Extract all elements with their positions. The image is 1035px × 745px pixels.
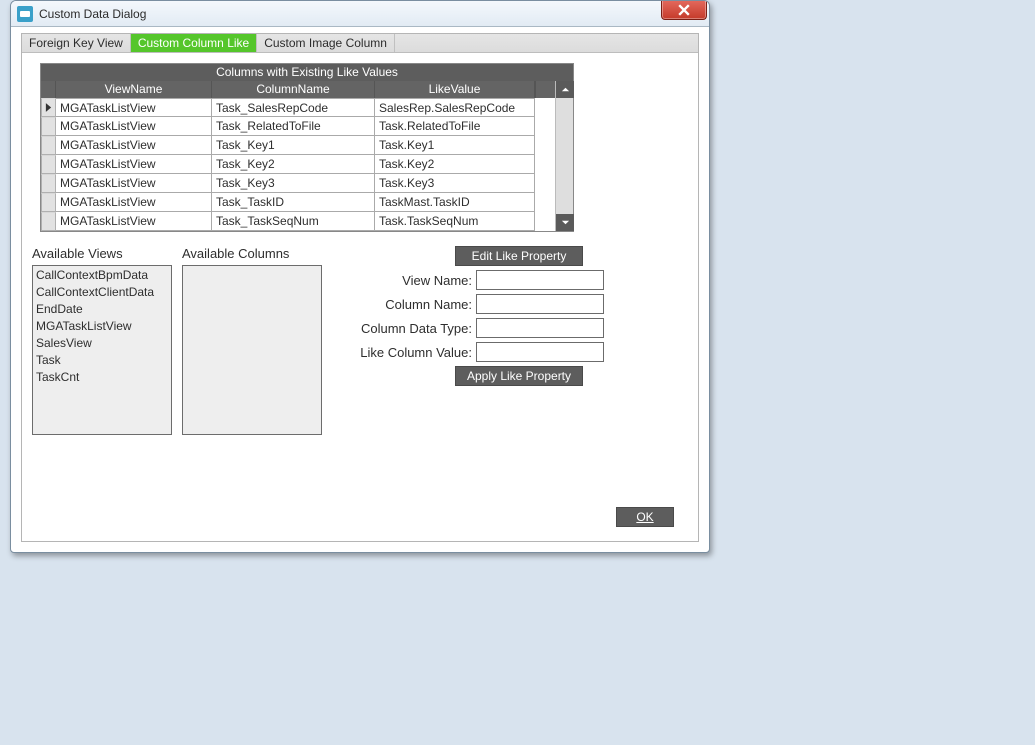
tab-custom-image-column[interactable]: Custom Image Column: [257, 34, 395, 52]
row-selector[interactable]: [41, 193, 56, 212]
cell-columnname[interactable]: Task_Key3: [212, 174, 375, 193]
available-columns-listbox[interactable]: [182, 265, 322, 435]
tab-custom-column-like[interactable]: Custom Column Like: [131, 34, 257, 52]
header-columnname[interactable]: ColumnName: [212, 81, 375, 98]
available-columns-label: Available Columns: [182, 246, 332, 261]
cell-likevalue[interactable]: SalesRep.SalesRepCode: [375, 98, 535, 117]
list-item[interactable]: EndDate: [35, 301, 169, 318]
tab-bar: Foreign Key View Custom Column Like Cust…: [22, 34, 698, 53]
window-title: Custom Data Dialog: [39, 7, 146, 21]
app-icon: [17, 6, 33, 22]
chevron-up-icon: [561, 85, 570, 94]
cell-columnname[interactable]: Task_TaskSeqNum: [212, 212, 375, 231]
row-selector[interactable]: [41, 98, 56, 117]
table-row[interactable]: MGATaskListViewTask_SalesRepCodeSalesRep…: [41, 98, 573, 117]
scroll-up-button[interactable]: [556, 81, 574, 98]
cell-columnname[interactable]: Task_Key1: [212, 136, 375, 155]
row-selector[interactable]: [41, 117, 56, 136]
like-column-value-label: Like Column Value:: [360, 345, 472, 360]
edit-like-property-button[interactable]: Edit Like Property: [455, 246, 583, 266]
cell-likevalue[interactable]: Task.Key1: [375, 136, 535, 155]
cell-viewname[interactable]: MGATaskListView: [56, 155, 212, 174]
cell-likevalue[interactable]: Task.Key2: [375, 155, 535, 174]
cell-likevalue[interactable]: Task.RelatedToFile: [375, 117, 535, 136]
row-selector[interactable]: [41, 174, 56, 193]
table-row[interactable]: MGATaskListViewTask_TaskIDTaskMast.TaskI…: [41, 193, 573, 212]
header-likevalue[interactable]: LikeValue: [375, 81, 535, 98]
cell-likevalue[interactable]: Task.Key3: [375, 174, 535, 193]
titlebar[interactable]: Custom Data Dialog: [11, 1, 709, 27]
close-button[interactable]: [661, 0, 707, 20]
ok-button[interactable]: OK: [616, 507, 674, 527]
cell-columnname[interactable]: Task_RelatedToFile: [212, 117, 375, 136]
header-viewname[interactable]: ViewName: [56, 81, 212, 98]
chevron-down-icon: [561, 218, 570, 227]
cell-viewname[interactable]: MGATaskListView: [56, 212, 212, 231]
grid-title: Columns with Existing Like Values: [41, 64, 573, 81]
column-name-input[interactable]: [476, 294, 604, 314]
cell-columnname[interactable]: Task_TaskID: [212, 193, 375, 212]
view-name-label: View Name:: [360, 273, 472, 288]
list-item[interactable]: MGATaskListView: [35, 318, 169, 335]
grid-scrollbar[interactable]: [555, 81, 573, 231]
current-row-icon: [45, 103, 52, 112]
grid-body: MGATaskListViewTask_SalesRepCodeSalesRep…: [41, 98, 573, 231]
table-row[interactable]: MGATaskListViewTask_RelatedToFileTask.Re…: [41, 117, 573, 136]
view-name-input[interactable]: [476, 270, 604, 290]
row-selector[interactable]: [41, 155, 56, 174]
scroll-down-button[interactable]: [556, 214, 574, 231]
cell-viewname[interactable]: MGATaskListView: [56, 193, 212, 212]
cell-viewname[interactable]: MGATaskListView: [56, 136, 212, 155]
ok-label: OK: [636, 510, 653, 524]
apply-like-property-button[interactable]: Apply Like Property: [455, 366, 583, 386]
cell-columnname[interactable]: Task_Key2: [212, 155, 375, 174]
column-data-type-input[interactable]: [476, 318, 604, 338]
tab-content: Columns with Existing Like Values ViewNa…: [22, 53, 698, 445]
list-item[interactable]: CallContextBpmData: [35, 267, 169, 284]
client-area: Foreign Key View Custom Column Like Cust…: [21, 33, 699, 542]
like-property-form: Edit Like Property View Name: Column Nam…: [360, 246, 604, 435]
table-row[interactable]: MGATaskListViewTask_Key3Task.Key3: [41, 174, 573, 193]
list-item[interactable]: CallContextClientData: [35, 284, 169, 301]
column-name-label: Column Name:: [360, 297, 472, 312]
dialog-window: Custom Data Dialog Foreign Key View Cust…: [10, 0, 710, 553]
cell-likevalue[interactable]: TaskMast.TaskID: [375, 193, 535, 212]
list-item[interactable]: Task: [35, 352, 169, 369]
close-icon: [678, 4, 690, 16]
column-data-type-label: Column Data Type:: [360, 321, 472, 336]
table-row[interactable]: MGATaskListViewTask_Key2Task.Key2: [41, 155, 573, 174]
cell-viewname[interactable]: MGATaskListView: [56, 174, 212, 193]
grid-header-row: ViewName ColumnName LikeValue: [41, 81, 573, 98]
available-views-listbox[interactable]: CallContextBpmDataCallContextClientDataE…: [32, 265, 172, 435]
available-views-label: Available Views: [32, 246, 182, 261]
cell-columnname[interactable]: Task_SalesRepCode: [212, 98, 375, 117]
available-columns-section: Available Columns: [182, 246, 332, 435]
list-item[interactable]: TaskCnt: [35, 369, 169, 386]
cell-viewname[interactable]: MGATaskListView: [56, 98, 212, 117]
table-row[interactable]: MGATaskListViewTask_Key1Task.Key1: [41, 136, 573, 155]
tab-foreign-key-view[interactable]: Foreign Key View: [22, 34, 131, 52]
cell-likevalue[interactable]: Task.TaskSeqNum: [375, 212, 535, 231]
list-item[interactable]: SalesView: [35, 335, 169, 352]
cell-viewname[interactable]: MGATaskListView: [56, 117, 212, 136]
row-selector[interactable]: [41, 212, 56, 231]
table-row[interactable]: MGATaskListViewTask_TaskSeqNumTask.TaskS…: [41, 212, 573, 231]
like-column-value-input[interactable]: [476, 342, 604, 362]
row-selector[interactable]: [41, 136, 56, 155]
available-views-section: Available Views CallContextBpmDataCallCo…: [32, 246, 182, 435]
row-selector-header: [41, 81, 56, 98]
like-values-grid: Columns with Existing Like Values ViewNa…: [40, 63, 574, 232]
lower-panel: Available Views CallContextBpmDataCallCo…: [32, 232, 688, 435]
